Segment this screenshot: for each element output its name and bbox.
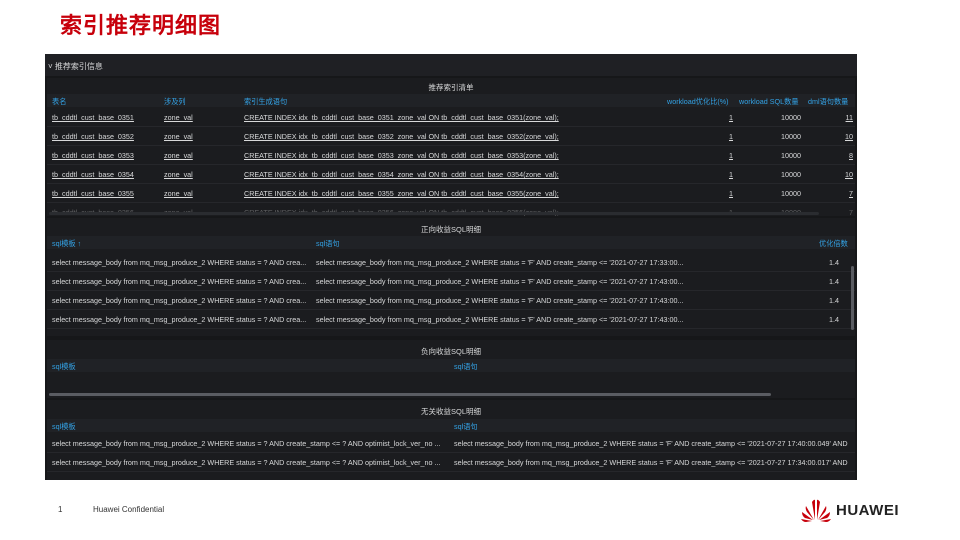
dml-count-cell[interactable]: 11 — [827, 113, 853, 122]
sql-template-cell: select message_body from mq_msg_produce_… — [52, 439, 441, 448]
sql-template-cell: select message_body from mq_msg_produce_… — [52, 296, 307, 305]
brand-name: HUAWEI — [836, 502, 899, 519]
table-header: sql模板 ↑ sql语句 优化倍数 — [47, 236, 855, 249]
col-header-sql-stmt[interactable]: sql语句 — [454, 362, 478, 372]
dml-count-cell[interactable]: 7 — [827, 189, 853, 198]
dashboard: ˅ 推荐索引信息 推荐索引清单 表名 涉及列 索引生成语句 workload优化… — [45, 54, 857, 480]
column-cell[interactable]: zone_val — [164, 151, 193, 160]
sql-template-cell: select message_body from mq_msg_produce_… — [52, 277, 307, 286]
panel-title: 负向收益SQL明细 — [420, 347, 481, 356]
table-row[interactable]: select message_body from mq_msg_produce_… — [47, 253, 855, 272]
sql-stmt-cell: select message_body from mq_msg_produce_… — [316, 258, 684, 267]
table-name-cell[interactable]: tb_cddtl_cust_base_0351 — [52, 113, 134, 122]
table-row[interactable]: tb_cddtl_cust_base_0351 zone_val CREATE IN… — [47, 108, 855, 127]
table-row[interactable]: select message_body from mq_msg_produce_… — [47, 453, 855, 472]
table-row[interactable]: select message_body from mq_msg_produce_… — [47, 310, 855, 329]
sql-stmt-cell: select message_body from mq_msg_produce_… — [316, 315, 684, 324]
sql-template-cell: select message_body from mq_msg_produce_… — [52, 315, 307, 324]
col-header-sql-stmt[interactable]: sql语句 — [316, 239, 340, 249]
panel-title: 推荐索引清单 — [428, 83, 474, 92]
horizontal-scrollbar[interactable] — [49, 212, 819, 215]
table-row[interactable]: tb_cddtl_cust_base_0354 zone_val CREATE IN… — [47, 165, 855, 184]
col-header-sql-stmt[interactable]: sql语句 — [454, 422, 478, 432]
table-name-cell[interactable]: tb_cddtl_cust_base_0353 — [52, 151, 134, 160]
horizontal-scrollbar[interactable] — [49, 393, 771, 396]
col-header-index-stmt[interactable]: 索引生成语句 — [244, 97, 287, 107]
index-recommend-panel: 推荐索引清单 表名 涉及列 索引生成语句 workload优化比(%) work… — [47, 78, 855, 216]
table-row[interactable]: select message_body from mq_msg_produce_… — [47, 291, 855, 310]
dml-count-cell[interactable]: 10 — [827, 170, 853, 179]
opt-factor-cell: 1.4 — [829, 315, 839, 324]
col-header-sql-template[interactable]: sql模板 — [52, 362, 76, 372]
table-header: sql模板 sql语句 — [47, 359, 855, 372]
col-header-opt-factor[interactable]: 优化倍数 — [819, 239, 848, 249]
neutral-sql-panel: 无关收益SQL明细 sql模板 sql语句 select message_bod… — [47, 400, 855, 480]
workload-sql-cell: 10000 — [781, 189, 801, 198]
table-name-cell[interactable]: tb_cddtl_cust_base_0354 — [52, 170, 134, 179]
slide-title: 索引推荐明细图 — [60, 14, 222, 39]
workload-sql-cell: 10000 — [781, 170, 801, 179]
confidential-label: Huawei Confidential — [93, 505, 165, 514]
panel-title: 正向收益SQL明细 — [420, 225, 481, 234]
workload-sql-cell: 10000 — [781, 113, 801, 122]
index-stmt-cell[interactable]: CREATE INDEX idx_tb_cddtl_cust_base_0351… — [244, 113, 664, 122]
dml-count-cell[interactable]: 10 — [827, 132, 853, 141]
workload-ratio-cell[interactable]: 1 — [707, 189, 733, 198]
index-stmt-cell[interactable]: CREATE INDEX idx_tb_cddtl_cust_base_0353… — [244, 151, 664, 160]
dml-count-cell[interactable]: 8 — [827, 151, 853, 160]
opt-factor-cell: 1.4 — [829, 258, 839, 267]
index-stmt-cell[interactable]: CREATE INDEX idx_tb_cddtl_cust_base_0355… — [244, 189, 664, 198]
table-name-cell[interactable]: tb_cddtl_cust_base_0355 — [52, 189, 134, 198]
opt-factor-cell: 1.4 — [829, 296, 839, 305]
dml-count-cell[interactable]: 7 — [827, 208, 853, 216]
column-cell[interactable]: zone_val — [164, 170, 193, 179]
sql-stmt-cell: select message_body from mq_msg_produce_… — [316, 277, 684, 286]
table-row[interactable]: tb_cddtl_cust_base_0352 zone_val CREATE IN… — [47, 127, 855, 146]
row-header-label[interactable]: ˅ 推荐索引信息 — [48, 61, 103, 72]
column-cell[interactable]: zone_val — [164, 189, 193, 198]
negative-sql-panel: 负向收益SQL明细 sql模板 sql语句 — [47, 340, 855, 398]
huawei-flower-icon — [801, 499, 831, 522]
column-cell[interactable]: zone_val — [164, 132, 193, 141]
workload-sql-cell: 10000 — [781, 132, 801, 141]
workload-ratio-cell[interactable]: 1 — [707, 113, 733, 122]
sql-stmt-cell: select message_body from mq_msg_produce_… — [454, 458, 848, 467]
index-stmt-cell[interactable]: CREATE INDEX idx_tb_cddtl_cust_base_0352… — [244, 132, 664, 141]
page-number: 1 — [58, 505, 63, 514]
opt-factor-cell: 1.4 — [829, 277, 839, 286]
row-header-recommend[interactable]: ˅ 推荐索引信息 — [45, 54, 857, 76]
table-row[interactable]: tb_cddtl_cust_base_0355 zone_val CREATE IN… — [47, 184, 855, 203]
column-cell[interactable]: zone_val — [164, 113, 193, 122]
vertical-scrollbar[interactable] — [851, 266, 854, 330]
workload-sql-cell: 10000 — [781, 151, 801, 160]
huawei-logo: HUAWEI — [800, 498, 910, 522]
table-row[interactable]: select message_body from mq_msg_produce_… — [47, 434, 855, 453]
sql-stmt-cell: select message_body from mq_msg_produce_… — [454, 439, 848, 448]
workload-ratio-cell[interactable]: 1 — [707, 151, 733, 160]
workload-ratio-cell[interactable]: 1 — [707, 132, 733, 141]
table-header: 表名 涉及列 索引生成语句 workload优化比(%) workload SQ… — [47, 94, 855, 107]
col-header-sql-template[interactable]: sql模板 ↑ — [52, 239, 81, 249]
col-header-columns[interactable]: 涉及列 — [164, 97, 186, 107]
workload-ratio-cell[interactable]: 1 — [707, 170, 733, 179]
sql-template-cell: select message_body from mq_msg_produce_… — [52, 258, 307, 267]
col-header-sql-template[interactable]: sql模板 — [52, 422, 76, 432]
positive-sql-panel: 正向收益SQL明细 sql模板 ↑ sql语句 优化倍数 select mess… — [47, 218, 855, 336]
col-header-workload-sql[interactable]: workload SQL数量 — [739, 97, 799, 107]
col-header-table[interactable]: 表名 — [52, 97, 66, 107]
index-stmt-cell[interactable]: CREATE INDEX idx_tb_cddtl_cust_base_0354… — [244, 170, 664, 179]
table-header: sql模板 sql语句 — [47, 419, 855, 432]
table-name-cell[interactable]: tb_cddtl_cust_base_0352 — [52, 132, 134, 141]
col-header-workload-ratio[interactable]: workload优化比(%) — [667, 97, 729, 107]
sql-template-cell: select message_body from mq_msg_produce_… — [52, 458, 441, 467]
table-row[interactable]: select message_body from mq_msg_produce_… — [47, 272, 855, 291]
sql-stmt-cell: select message_body from mq_msg_produce_… — [316, 296, 684, 305]
table-row[interactable]: tb_cddtl_cust_base_0353 zone_val CREATE IN… — [47, 146, 855, 165]
panel-title: 无关收益SQL明细 — [420, 407, 481, 416]
col-header-dml-count[interactable]: dml语句数量 — [808, 97, 848, 107]
